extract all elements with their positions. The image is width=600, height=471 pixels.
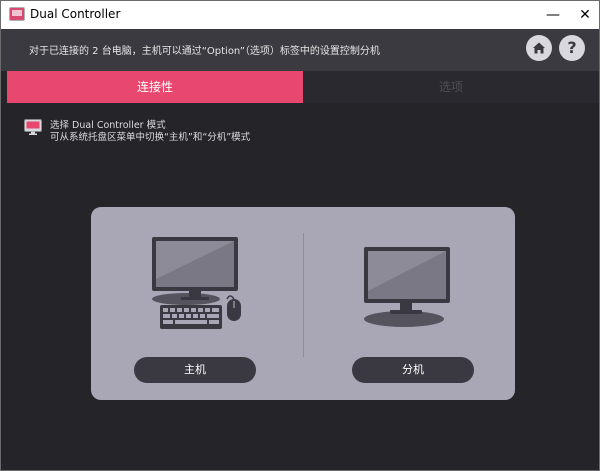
mode-hint: 可从系统托盘区菜单中切换“主机”和“分机”模式 xyxy=(50,132,251,143)
info-bar: 对于已连接的 2 台电脑，主机可以通过“Option”（选项）标签中的设置控制分… xyxy=(1,29,599,71)
tab-connectivity[interactable]: 连接性 xyxy=(7,71,303,103)
monitor-mode-icon xyxy=(24,119,42,135)
host-button[interactable]: 主机 xyxy=(134,357,256,383)
app-window: Dual Controller — ✕ 对于已连接的 2 台电脑，主机可以通过“… xyxy=(0,0,600,471)
title-bar: Dual Controller — ✕ xyxy=(1,1,599,29)
host-computer-icon[interactable] xyxy=(146,233,256,333)
home-button[interactable] xyxy=(526,35,552,61)
home-icon xyxy=(533,42,545,54)
help-button[interactable]: ? xyxy=(559,35,585,61)
client-button[interactable]: 分机 xyxy=(352,357,474,383)
close-button[interactable]: ✕ xyxy=(575,5,595,25)
app-logo-icon xyxy=(9,7,25,21)
window-title: Dual Controller xyxy=(30,7,121,21)
minimize-button[interactable]: — xyxy=(543,5,563,25)
info-text: 对于已连接的 2 台电脑，主机可以通过“Option”（选项）标签中的设置控制分… xyxy=(29,46,380,57)
panel-divider xyxy=(303,233,304,357)
client-monitor-icon[interactable] xyxy=(362,245,458,331)
tab-options[interactable]: 选项 xyxy=(303,71,599,103)
